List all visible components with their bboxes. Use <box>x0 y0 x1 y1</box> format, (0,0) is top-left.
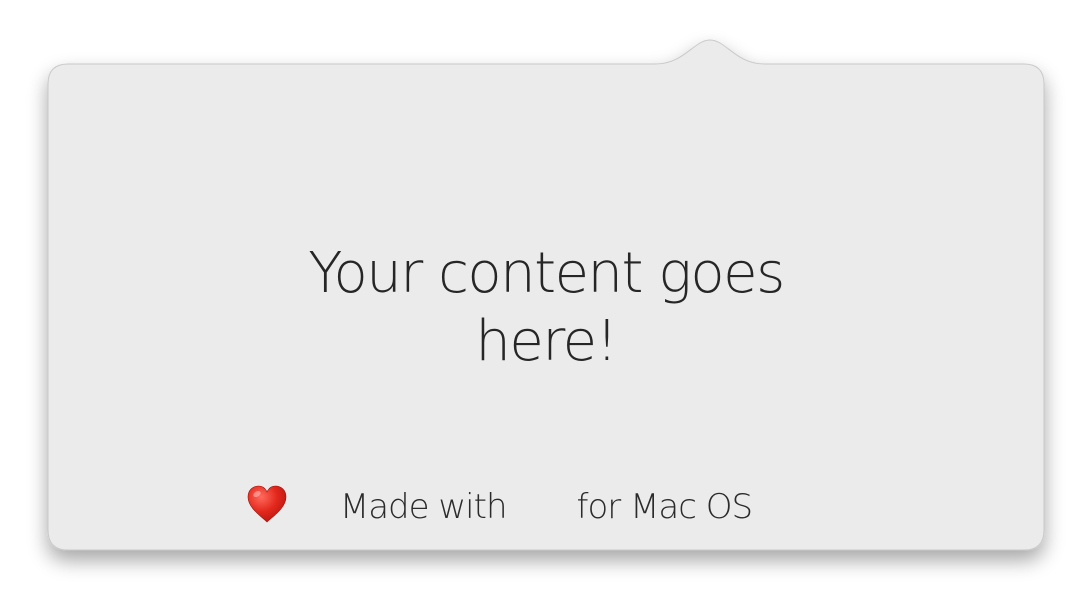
popover: Your content goes here! Made with for Ma… <box>0 0 1092 606</box>
popover-content: Your content goes here! Made with for Ma… <box>48 64 1044 550</box>
popover-heading: Your content goes here! <box>308 241 785 374</box>
footer-suffix: for Mac OS <box>576 487 754 527</box>
heart-icon <box>247 485 563 527</box>
popover-footer: Made with for Mac OS <box>246 484 846 530</box>
footer-prefix: Made with <box>339 487 508 527</box>
